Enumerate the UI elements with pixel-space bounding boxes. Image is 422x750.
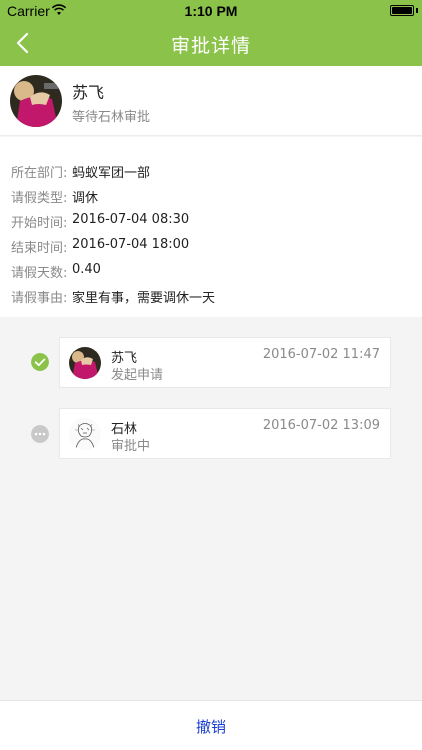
battery-icon <box>390 5 414 16</box>
approval-status: 等待石林审批 <box>72 110 151 125</box>
revoke-button[interactable]: 撤销 <box>0 716 422 737</box>
battery-cap <box>416 8 418 13</box>
detail-row-end-time: 结束时间: 2016-07-04 18:00 <box>0 237 422 257</box>
applicant-name: 苏飞 <box>72 83 105 102</box>
approval-timeline: 苏飞 发起申请 2016-07-02 11:47 石林 审批中 2016-07-… <box>0 317 422 700</box>
detail-label: 开始时间: <box>11 216 68 231</box>
detail-value: 2016-07-04 08:30 <box>72 212 190 227</box>
timeline-action: 审批中 <box>111 439 151 454</box>
page-title: 审批详情 <box>170 35 251 57</box>
detail-row-start-time: 开始时间: 2016-07-04 08:30 <box>0 212 422 232</box>
detail-value: 0.40 <box>72 262 101 277</box>
detail-value: 家里有事，需要调休一天 <box>72 291 216 306</box>
leave-details: 所在部门: 蚂蚁军团一部 请假类型: 调休 开始时间: 2016-07-04 0… <box>0 137 422 317</box>
status-bar: Carrier 1:10 PM <box>0 0 422 22</box>
timeline-item: 石林 审批中 2016-07-02 13:09 <box>59 408 391 459</box>
detail-label: 所在部门: <box>11 166 68 181</box>
detail-row-department: 所在部门: 蚂蚁军团一部 <box>0 162 422 182</box>
avatar <box>69 347 101 379</box>
timeline-time: 2016-07-02 13:09 <box>262 418 380 433</box>
timeline-time: 2016-07-02 11:47 <box>262 347 380 362</box>
detail-label: 结束时间: <box>11 241 68 256</box>
timeline-action: 发起申请 <box>111 368 164 383</box>
detail-value: 2016-07-04 18:00 <box>72 237 190 252</box>
timeline-item: 苏飞 发起申请 2016-07-02 11:47 <box>59 337 391 388</box>
detail-row-days: 请假天数: 0.40 <box>0 262 422 282</box>
detail-label: 请假类型: <box>11 191 68 206</box>
detail-value: 蚂蚁军团一部 <box>72 166 151 181</box>
nav-header: Carrier 1:10 PM 审批详情 <box>0 0 422 66</box>
detail-label: 请假事由: <box>11 291 68 306</box>
detail-row-leave-type: 请假类型: 调休 <box>0 187 422 207</box>
applicant-profile: 苏飞 等待石林审批 <box>0 66 422 136</box>
clock-label: 1:10 PM <box>184 3 238 19</box>
more-circle-icon <box>31 425 49 443</box>
bottom-action-bar: 撤销 <box>0 700 422 750</box>
avatar <box>69 418 101 450</box>
detail-label: 请假天数: <box>11 266 68 281</box>
detail-value: 调休 <box>72 191 99 206</box>
avatar <box>10 75 62 127</box>
check-circle-icon <box>31 353 49 371</box>
detail-row-reason: 请假事由: 家里有事，需要调休一天 <box>0 287 422 307</box>
